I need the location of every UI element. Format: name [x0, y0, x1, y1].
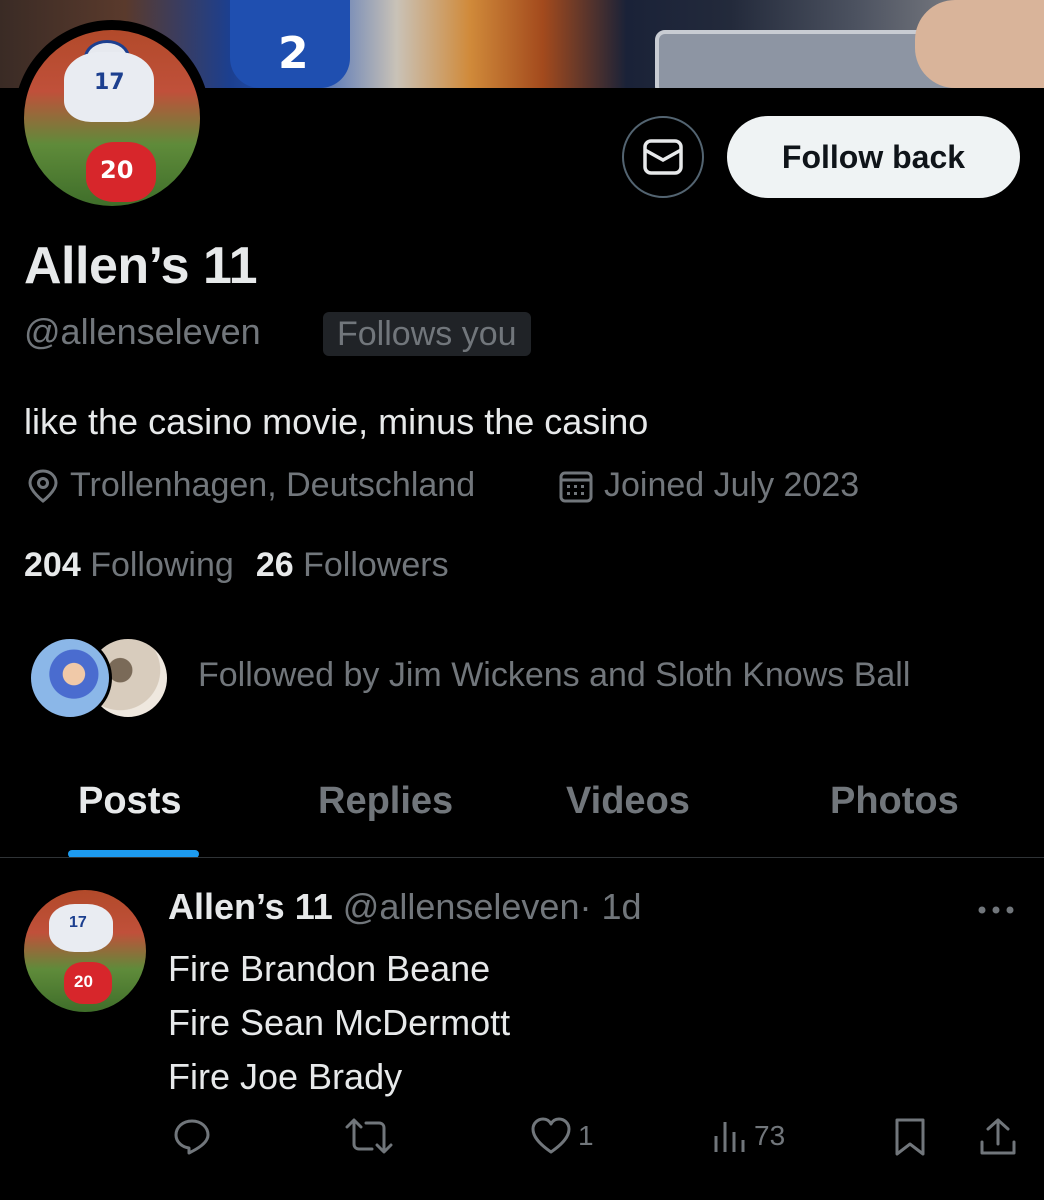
- post-author-name[interactable]: Allen’s 11: [168, 886, 333, 927]
- follow-counts: 204 Following 26 Followers: [24, 546, 449, 585]
- followed-by-text: Followed by Jim Wickens and Sloth Knows …: [198, 656, 911, 694]
- tab-photos[interactable]: Photos: [830, 780, 959, 823]
- reply-button[interactable]: [172, 1116, 212, 1156]
- views-button[interactable]: 73: [712, 1116, 785, 1156]
- followers-label: Followers: [303, 546, 449, 584]
- banner-jersey: 2: [230, 0, 350, 88]
- banner-hand: [915, 0, 1044, 88]
- location-text: Trollenhagen, Deutschland: [70, 466, 476, 504]
- follows-you-badge: Follows you: [323, 312, 531, 356]
- post-author-handle[interactable]: @allenseleven: [343, 886, 580, 927]
- repost-button[interactable]: [344, 1116, 394, 1156]
- share-icon: [980, 1118, 1016, 1155]
- avatar-image: 17 20: [24, 30, 200, 206]
- post-line: Fire Joe Brady: [168, 1056, 403, 1097]
- profile-bio: like the casino movie, minus the casino: [24, 401, 649, 442]
- post-body[interactable]: Fire Brandon Beane Fire Sean McDermott F…: [168, 942, 510, 1104]
- calendar-icon: [559, 471, 593, 502]
- profile-name: Allen’s 11: [24, 237, 258, 295]
- post-line: Fire Sean McDermott: [168, 1002, 511, 1043]
- post-actions: 1 73: [0, 1116, 1044, 1166]
- post-author-avatar[interactable]: 17 20: [24, 890, 146, 1012]
- post-header: Allen’s 11 @allenseleven· 1d: [168, 886, 642, 928]
- like-count: 1: [578, 1120, 594, 1151]
- profile-avatar[interactable]: 17 20: [14, 20, 210, 216]
- following-count: 204: [24, 546, 81, 584]
- follow-back-button[interactable]: Follow back: [727, 116, 1020, 198]
- profile-tabs: Posts Replies Videos Photos: [0, 760, 1044, 858]
- following-link[interactable]: 204 Following: [24, 546, 234, 584]
- avatar-player-top: 17: [64, 52, 154, 122]
- like-button[interactable]: 1: [530, 1116, 594, 1156]
- avatar-jersey-top: 17: [94, 70, 125, 95]
- joined-text: Joined July 2023: [604, 466, 860, 504]
- share-button[interactable]: [978, 1116, 1018, 1158]
- banner-jersey-number: 2: [278, 28, 309, 79]
- envelope-icon: [643, 139, 683, 175]
- post-avatar-jersey-top: 17: [69, 914, 87, 931]
- ellipsis-icon[interactable]: [976, 890, 1016, 924]
- post-avatar-player-bottom: 20: [64, 962, 112, 1004]
- followers-link[interactable]: 26 Followers: [256, 546, 449, 584]
- views-count: 73: [754, 1120, 786, 1151]
- followed-by-row[interactable]: Followed by Jim Wickens and Sloth Knows …: [28, 636, 1008, 722]
- mutual-avatar-jim: [28, 636, 112, 720]
- heart-icon: [531, 1117, 571, 1154]
- post-avatar-jersey-bottom: 20: [74, 972, 93, 991]
- profile-handle: @allenseleven: [24, 311, 261, 352]
- avatar-jersey-bottom: 20: [100, 156, 134, 184]
- tab-divider: [0, 857, 1044, 858]
- following-label: Following: [90, 546, 234, 584]
- bookmark-icon: [895, 1118, 925, 1156]
- bookmark-button[interactable]: [892, 1116, 928, 1158]
- followers-count: 26: [255, 546, 294, 584]
- tab-videos[interactable]: Videos: [566, 780, 690, 823]
- repost-icon: [345, 1118, 393, 1154]
- post-time[interactable]: · 1d: [579, 886, 641, 927]
- tab-replies[interactable]: Replies: [318, 780, 453, 823]
- location-pin-icon: [28, 468, 58, 503]
- profile-location: Trollenhagen, Deutschland: [26, 466, 475, 505]
- profile-joined: Joined July 2023: [558, 466, 859, 505]
- reply-icon: [174, 1119, 210, 1155]
- analytics-icon: [714, 1122, 745, 1152]
- message-button[interactable]: [622, 116, 704, 198]
- post-line: Fire Brandon Beane: [168, 948, 491, 989]
- tab-posts[interactable]: Posts: [78, 780, 181, 823]
- post-avatar-player-top: 17: [49, 904, 113, 952]
- avatar-player-bottom: 20: [86, 142, 156, 202]
